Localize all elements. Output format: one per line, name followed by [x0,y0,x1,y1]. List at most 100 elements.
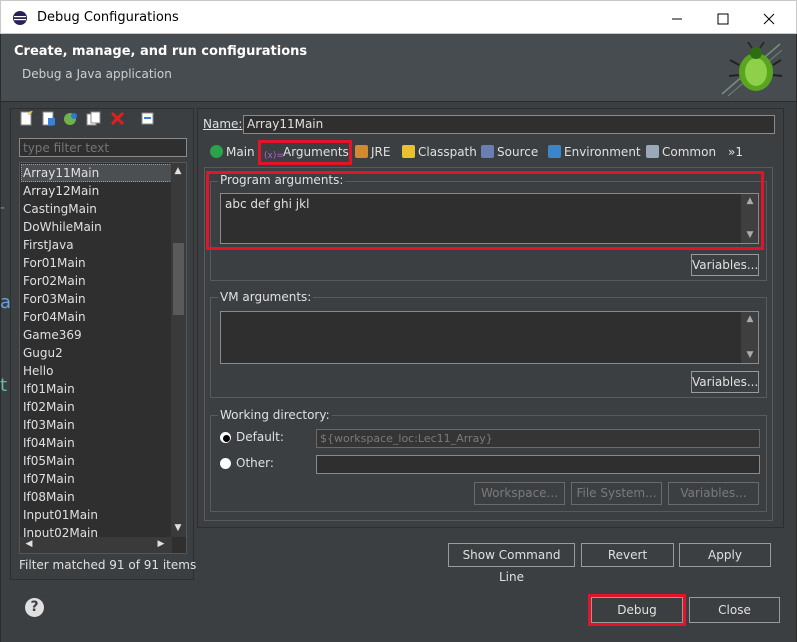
environment-tab-icon [548,145,561,158]
overflow-icon: »1 [728,145,743,159]
vm-arguments-textarea[interactable] [220,311,759,364]
list-item[interactable]: Gugu2 [23,344,63,362]
working-dir-variables-button[interactable]: Variables... [668,482,759,505]
jre-tab-icon [355,145,368,158]
tab-classpath[interactable]: Classpath [402,142,477,162]
other-dir-field[interactable] [316,455,760,474]
workspace-button[interactable]: Workspace... [474,482,565,505]
tab-arguments[interactable]: (x)=Arguments [264,142,349,162]
scroll-thumb[interactable] [173,243,184,315]
delete-config-icon[interactable] [110,111,125,126]
header-title: Create, manage, and run configurations [14,44,308,59]
name-field[interactable]: Array11Main [243,115,775,134]
list-horizontal-scrollbar[interactable]: ◀ ▶ [20,537,172,553]
default-dir-field: ${workspace_loc:Lec11_Array} [316,429,760,448]
main-tab-icon [210,145,223,158]
revert-button[interactable]: Revert [581,543,674,567]
list-vertical-scrollbar[interactable]: ▲ ▼ [171,163,186,537]
list-item[interactable]: CastingMain [23,200,97,218]
list-item[interactable]: For01Main [23,254,86,272]
tab-label: Classpath [418,145,477,159]
tab-label: Environment [564,145,641,159]
tab-environment[interactable]: Environment [548,142,641,162]
minimize-button[interactable] [654,1,700,35]
list-item[interactable]: If05Main [23,452,75,470]
tab-label: JRE [371,145,391,159]
list-item[interactable]: If07Main [23,470,75,488]
list-item[interactable]: For02Main [23,272,86,290]
title-bar: Debug Configurations [0,0,797,34]
tab-common[interactable]: Common [646,142,716,162]
maximize-icon [717,13,729,24]
tab-label: Main [226,145,255,159]
apply-button[interactable]: Apply [679,543,771,567]
debug-button-highlight [588,594,686,626]
scroll-down-icon[interactable]: ▼ [743,350,757,360]
list-item[interactable]: Array11Main [23,164,99,182]
maximize-button[interactable] [700,1,746,35]
list-item[interactable]: If01Main [23,380,75,398]
tab-main[interactable]: Main [210,142,255,162]
close-button[interactable]: Close [689,597,780,623]
working-directory-label: Working directory: [218,408,332,422]
vm-args-scrollbar[interactable]: ▲ ▼ [741,312,758,363]
tab-label: Source [497,145,539,159]
new-config-icon[interactable] [19,111,34,126]
list-item[interactable]: If03Main [23,416,75,434]
source-tab-icon [481,145,494,158]
file-system-button[interactable]: File System... [571,482,662,505]
filter-status: Filter matched 91 of 91 items [19,558,197,572]
list-item[interactable]: For03Main [23,290,86,308]
tab-jre[interactable]: JRE [355,142,390,162]
list-item[interactable]: FirstJava [23,236,74,254]
show-command-line-button[interactable]: Show Command Line [448,543,575,584]
duplicate-config-icon[interactable] [86,111,101,126]
program-args-variables-button[interactable]: Variables... [691,254,759,276]
export-config-icon[interactable] [63,111,78,126]
collapse-all-icon[interactable] [140,111,155,126]
list-item[interactable]: DoWhileMain [23,218,102,236]
list-item[interactable]: If02Main [23,398,75,416]
other-radio[interactable] [220,458,231,469]
list-item[interactable]: If04Main [23,434,75,452]
scroll-down-icon[interactable]: ▼ [171,523,185,533]
close-icon [763,13,775,24]
eclipse-app-icon [13,11,27,25]
scroll-left-icon[interactable]: ◀ [22,539,36,549]
common-tab-icon [646,145,659,158]
scroll-up-icon[interactable]: ▲ [743,314,757,324]
edge-fragment: t [0,375,8,396]
tab-label: Common [662,145,717,159]
window-title: Debug Configurations [37,10,179,25]
tab-overflow[interactable]: »1 [728,142,743,162]
list-item[interactable]: Array12Main [23,182,99,200]
list-item[interactable]: Hello [23,362,53,380]
classpath-tab-icon [402,145,415,158]
list-item[interactable]: Game369 [23,326,82,344]
default-label: Default: [236,430,284,444]
dialog-header: Create, manage, and run configurations D… [1,34,796,102]
help-icon[interactable]: ? [25,598,44,617]
list-item[interactable]: If08Main [23,488,75,506]
close-window-button[interactable] [746,1,792,35]
arguments-tab-icon: (x)= [264,151,284,161]
name-label: Name: [203,117,243,131]
scroll-up-icon[interactable]: ▲ [171,166,185,176]
new-prototype-icon[interactable] [41,111,56,126]
program-arguments-highlight [206,171,764,250]
header-subtitle: Debug a Java application [22,67,172,81]
tab-label: Arguments [283,145,349,159]
debug-bug-icon [721,41,783,97]
minimize-icon [672,18,682,19]
tab-source[interactable]: Source [481,142,538,162]
config-list[interactable]: Array11Main Array12Main CastingMain DoWh… [19,162,187,554]
edge-fragment: - [0,200,6,216]
scroll-right-icon[interactable]: ▶ [154,539,168,549]
other-label: Other: [236,456,274,470]
vm-args-variables-button[interactable]: Variables... [691,371,759,393]
default-radio[interactable] [220,432,231,443]
filter-input[interactable] [19,138,187,157]
vm-arguments-label: VM arguments: [218,290,314,304]
list-item[interactable]: Input01Main [23,506,98,524]
list-item[interactable]: For04Main [23,308,86,326]
